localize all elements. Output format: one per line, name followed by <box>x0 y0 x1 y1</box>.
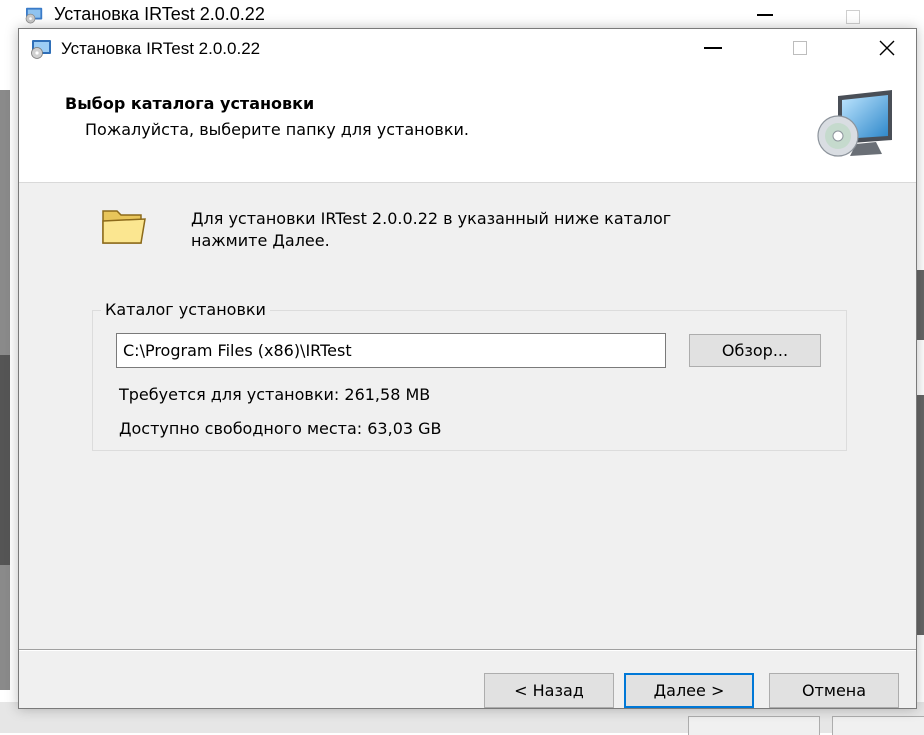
page-subtitle: Пожалуйста, выберите папку для установки… <box>85 120 469 139</box>
next-button[interactable]: Далее > <box>624 673 754 708</box>
background-edge <box>916 395 924 635</box>
background-edge <box>0 355 10 565</box>
title-bar[interactable]: Установка IRTest 2.0.0.22 <box>19 29 916 67</box>
browse-button[interactable]: Обзор... <box>689 334 821 367</box>
installer-dialog: Установка IRTest 2.0.0.22 Выбор каталога… <box>18 28 917 709</box>
monitor-cd-icon <box>817 90 892 157</box>
intro-text: Для установки IRTest 2.0.0.22 в указанны… <box>191 208 831 252</box>
maximize-icon <box>793 41 807 55</box>
required-space-label: Требуется для установки: 261,58 MB <box>119 385 431 404</box>
background-button <box>832 716 924 735</box>
minimize-icon <box>704 47 722 49</box>
page-header: Выбор каталога установки Пожалуйста, выб… <box>19 67 916 183</box>
page-title: Выбор каталога установки <box>65 94 315 113</box>
close-icon <box>879 40 895 56</box>
maximize-button[interactable] <box>777 29 823 67</box>
background-titlebar: Установка IRTest 2.0.0.22 <box>10 0 924 28</box>
installer-app-icon <box>25 7 43 24</box>
close-button[interactable] <box>864 29 910 67</box>
back-button[interactable]: < Назад <box>484 673 614 708</box>
install-directory-group: Каталог установки Обзор... Требуется для… <box>92 300 847 451</box>
background-button <box>688 716 820 735</box>
window-title: Установка IRTest 2.0.0.22 <box>61 39 261 58</box>
folder-icon <box>102 210 146 244</box>
background-edge <box>916 270 924 340</box>
cancel-button[interactable]: Отмена <box>769 673 899 708</box>
footer-divider <box>19 650 916 651</box>
group-legend: Каталог установки <box>101 300 270 319</box>
free-space-label: Доступно свободного места: 63,03 GB <box>119 419 442 438</box>
background-maximize-icon <box>846 10 860 24</box>
intro-line: нажмите Далее. <box>191 231 330 250</box>
background-minimize-icon <box>757 14 773 16</box>
background-window-title: Установка IRTest 2.0.0.22 <box>54 4 265 24</box>
intro-line: Для установки IRTest 2.0.0.22 в указанны… <box>191 209 672 228</box>
installer-app-icon <box>31 40 51 59</box>
minimize-button[interactable] <box>690 29 736 67</box>
install-path-input[interactable] <box>116 333 666 368</box>
